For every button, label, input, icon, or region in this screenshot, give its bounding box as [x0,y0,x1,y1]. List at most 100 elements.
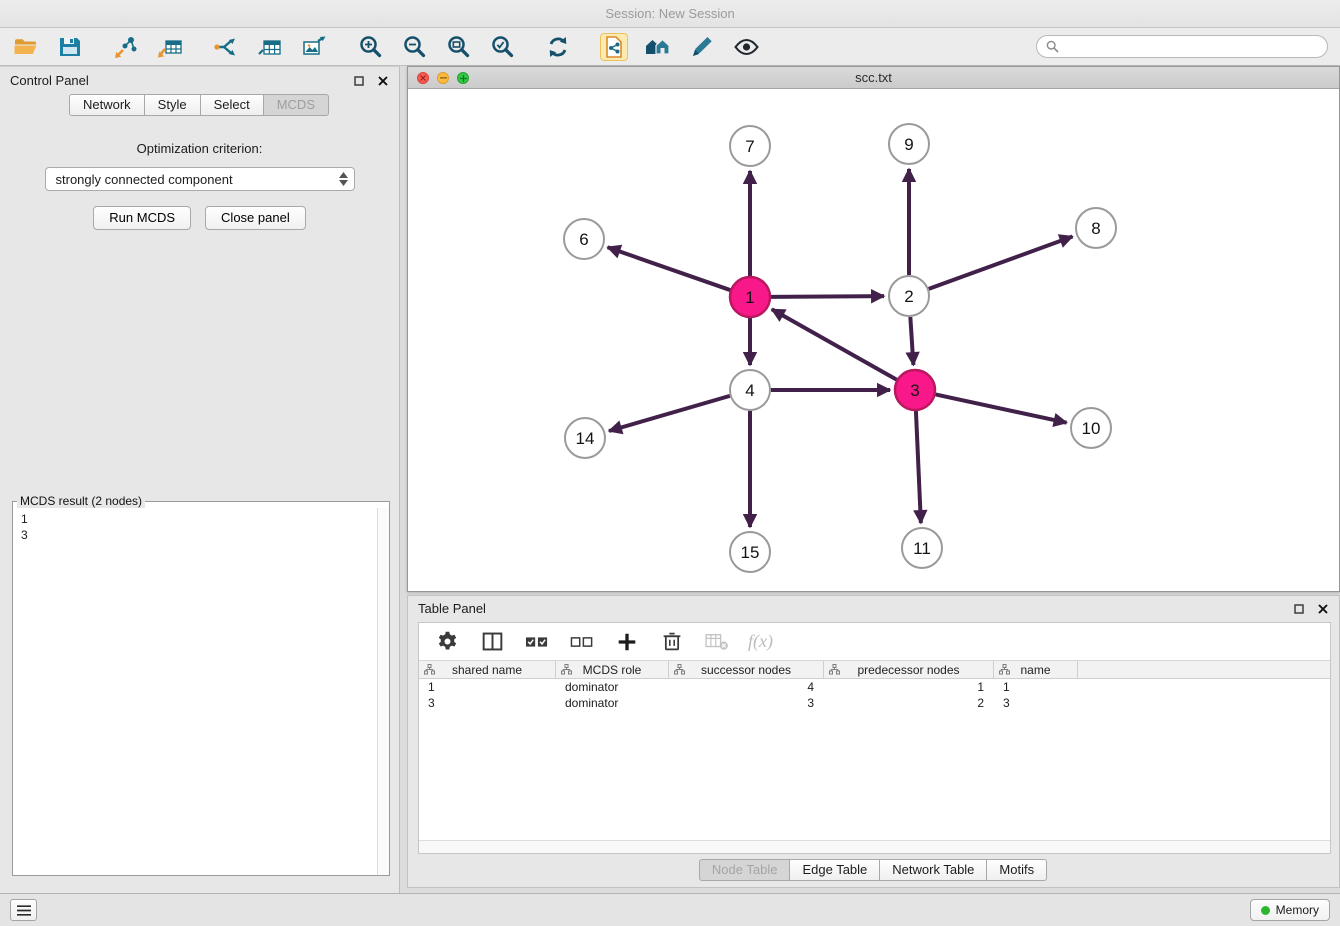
node-7[interactable]: 7 [730,126,770,166]
svg-text:3: 3 [910,381,919,400]
close-panel-icon[interactable] [376,74,389,87]
open-folder-icon[interactable] [12,33,40,61]
zoom-fit-icon[interactable] [444,33,472,61]
mcds-scrollbar[interactable] [377,508,389,875]
node-9[interactable]: 9 [889,124,929,164]
zoom-out-icon[interactable] [400,33,428,61]
edge-2-3[interactable] [910,317,913,365]
tab-node-table[interactable]: Node Table [699,859,791,881]
table-panel-title: Table Panel [418,601,486,616]
column-header-name[interactable]: name [994,661,1078,678]
network-window-titlebar[interactable]: scc.txt [408,67,1339,89]
svg-text:8: 8 [1091,219,1100,238]
table-cell[interactable]: 3 [669,696,824,710]
new-network-icon[interactable] [212,33,240,61]
node-1[interactable]: 1 [730,277,770,317]
table-settings-gear-icon[interactable] [433,628,461,656]
tab-edge-table[interactable]: Edge Table [789,859,880,881]
edge-3-10[interactable] [936,394,1067,422]
select-all-columns-icon[interactable] [523,628,551,656]
edge-1-2[interactable] [771,296,884,297]
new-group [212,33,328,61]
home-icon[interactable] [644,33,672,61]
show-columns-icon[interactable] [478,628,506,656]
optimization-criterion-select[interactable]: strongly connected component [45,167,355,191]
table-cell[interactable]: 1 [994,680,1078,694]
edge-4-14[interactable] [609,396,730,431]
zoom-group [356,33,516,61]
table-cell[interactable]: 3 [419,696,556,710]
search-input[interactable] [1064,40,1318,54]
table-panel-header: Table Panel [408,596,1339,621]
node-8[interactable]: 8 [1076,208,1116,248]
column-header-successor-nodes[interactable]: successor nodes [669,661,824,678]
column-header-mcds-role[interactable]: MCDS role [556,661,669,678]
sort-tree-icon [561,664,572,675]
network-graph-canvas[interactable]: 7 9 6 8 1 2 4 3 14 10 15 11 [408,89,1339,591]
new-table-icon[interactable] [256,33,284,61]
task-history-icon[interactable] [10,899,37,921]
unselect-all-columns-icon[interactable] [568,628,596,656]
tab-style[interactable]: Style [144,94,201,116]
edge-3-1[interactable] [772,309,897,379]
tab-network[interactable]: Network [69,94,145,116]
zoom-selected-icon[interactable] [488,33,516,61]
node-11[interactable]: 11 [902,528,942,568]
sort-tree-icon [829,664,840,675]
table-cell[interactable]: 4 [669,680,824,694]
table-row[interactable]: 1dominator411 [419,679,1330,695]
delete-column-icon[interactable] [658,628,686,656]
node-14[interactable]: 14 [565,418,605,458]
table-cell[interactable]: dominator [556,680,669,694]
tab-select[interactable]: Select [200,94,264,116]
control-panel-tabs: Network Style Select MCDS [0,94,399,116]
node-6[interactable]: 6 [564,219,604,259]
save-icon[interactable] [56,33,84,61]
edge-3-11[interactable] [916,411,921,523]
table-cell[interactable]: 1 [824,680,994,694]
maximize-window-icon[interactable] [457,72,469,84]
minimize-window-icon[interactable] [437,72,449,84]
edge-2-8[interactable] [929,237,1073,289]
float-panel-icon[interactable] [352,74,365,87]
close-table-panel-icon[interactable] [1316,602,1329,615]
mcds-result-item: 3 [21,527,381,543]
column-header-predecessor-nodes[interactable]: predecessor nodes [824,661,994,678]
close-window-icon[interactable] [417,72,429,84]
selected-option: strongly connected component [56,172,233,187]
run-mcds-button[interactable]: Run MCDS [93,206,191,230]
table-horizontal-scrollbar[interactable] [419,840,1330,853]
table-cell[interactable]: 2 [824,696,994,710]
tab-motifs[interactable]: Motifs [986,859,1047,881]
eye-icon[interactable] [732,33,760,61]
import-network-icon[interactable] [112,33,140,61]
export-image-icon[interactable] [300,33,328,61]
view-group [600,33,760,61]
tab-mcds[interactable]: MCDS [263,94,329,116]
column-header-shared-name[interactable]: shared name [419,661,556,678]
edge-1-6[interactable] [608,247,731,290]
function-builder-icon: f(x) [748,631,773,652]
node-3[interactable]: 3 [895,370,935,410]
table-cell[interactable]: dominator [556,696,669,710]
import-table-icon[interactable] [156,33,184,61]
zoom-in-icon[interactable] [356,33,384,61]
close-panel-button[interactable]: Close panel [205,206,306,230]
share-document-icon[interactable] [600,33,628,61]
table-cell[interactable]: 1 [419,680,556,694]
svg-text:15: 15 [741,543,760,562]
sort-tree-icon [999,664,1010,675]
float-table-panel-icon[interactable] [1292,602,1305,615]
create-column-icon[interactable] [613,628,641,656]
style-brush-icon[interactable] [688,33,716,61]
node-2[interactable]: 2 [889,276,929,316]
refresh-layout-icon[interactable] [544,33,572,61]
table-row[interactable]: 3dominator323 [419,695,1330,711]
memory-button[interactable]: Memory [1250,899,1330,921]
table-cell[interactable]: 3 [994,696,1078,710]
tab-network-table[interactable]: Network Table [879,859,987,881]
node-15[interactable]: 15 [730,532,770,572]
svg-text:2: 2 [904,287,913,306]
node-10[interactable]: 10 [1071,408,1111,448]
node-4[interactable]: 4 [730,370,770,410]
